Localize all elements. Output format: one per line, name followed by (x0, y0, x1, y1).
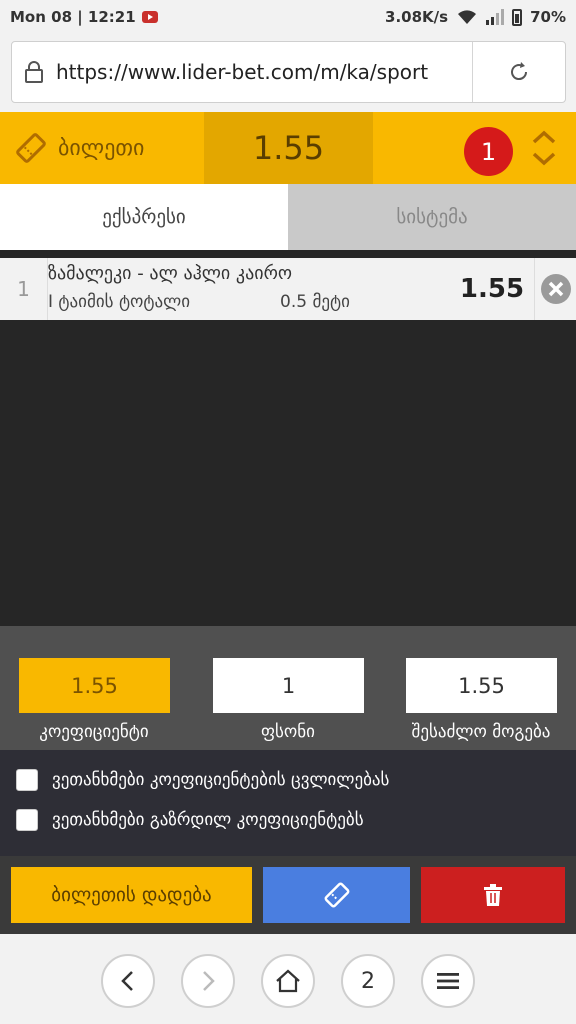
home-button[interactable] (261, 954, 315, 1008)
accept-changes-label: ვეთანხმები კოეფიციენტების ცვლილებას (52, 770, 390, 790)
status-time: Mon 08 | 12:21 (10, 8, 136, 26)
address-bar[interactable]: https://www.lider-bet.com/m/ka/sport (11, 41, 566, 103)
back-button[interactable] (101, 954, 155, 1008)
ticket-options-button[interactable] (263, 867, 410, 923)
ticket-count-badge: 1 (464, 127, 513, 176)
browser-nav-bar: 2 (0, 934, 576, 1024)
network-speed: 3.08K/s (385, 8, 449, 26)
possible-win-label: შესაძლო მოგება (411, 722, 551, 742)
odds-field: 1.55 (19, 658, 170, 713)
chevron-right-icon (203, 971, 215, 991)
battery-level: 70% (530, 8, 566, 26)
home-icon (276, 969, 300, 993)
forward-button[interactable] (181, 954, 235, 1008)
possible-win-field: 1.55 (406, 658, 557, 713)
place-bet-button[interactable]: ბილეთის დადება (11, 867, 252, 923)
chevron-left-icon (121, 971, 133, 991)
stake-panel: 1.55 1 1.55 კოეფიციენტი ფსონი შესაძლო მო… (0, 626, 576, 750)
tabs-button[interactable]: 2 (341, 954, 395, 1008)
accept-boosted-label: ვეთანხმები გაზრდილ კოეფიციენტებს (52, 810, 364, 830)
ticket-header[interactable]: ბილეთი 1.55 1 (0, 112, 576, 184)
stake-input[interactable]: 1 (213, 658, 364, 713)
stake-label: ფსონი (261, 722, 315, 742)
tab-express[interactable]: ექსპრესი (0, 184, 288, 250)
ticket-icon (16, 133, 46, 163)
ticket-title-label: ბილეთი (58, 135, 145, 161)
bet-item: 1 ზამალეკი - ალ აჰლი კაირო I ტაიმის ტოტა… (0, 258, 576, 320)
accept-changes-checkbox[interactable] (16, 769, 38, 791)
delete-ticket-button[interactable] (421, 867, 565, 923)
total-odds: 1.55 (204, 112, 373, 184)
bet-odds: 1.55 (459, 274, 525, 304)
bet-market: I ტაიმის ტოტალი (48, 292, 191, 312)
bet-number: 1 (0, 258, 48, 320)
remove-bet-button[interactable] (534, 258, 576, 320)
url-text[interactable]: https://www.lider-bet.com/m/ka/sport (56, 60, 472, 84)
menu-icon (437, 973, 459, 989)
menu-button[interactable] (421, 954, 475, 1008)
bet-type-tabs: ექსპრესი სისტემა (0, 184, 576, 250)
bet-info: ზამალეკი - ალ აჰლი კაირო I ტაიმის ტოტალი… (48, 258, 450, 320)
accept-changes-option[interactable]: ვეთანხმები კოეფიციენტების ცვლილებას (16, 767, 389, 793)
ticket-icon (324, 882, 349, 908)
lock-icon (12, 42, 56, 102)
signal-icon (486, 9, 505, 25)
ticket-title[interactable]: ბილეთი (14, 112, 144, 184)
bet-selection: 0.5 მეტი (280, 292, 350, 312)
empty-area (0, 320, 576, 626)
options-panel: ვეთანხმები კოეფიციენტების ცვლილებას ვეთა… (0, 750, 576, 856)
reload-icon[interactable] (473, 42, 565, 102)
chevron-up-down-icon[interactable] (530, 128, 558, 168)
bet-match-name: ზამალეკი - ალ აჰლი კაირო (48, 263, 293, 284)
action-panel: ბილეთის დადება (0, 856, 576, 934)
trash-icon (484, 884, 502, 906)
wifi-icon (458, 10, 477, 24)
youtube-notification-icon (141, 11, 158, 23)
tab-system[interactable]: სისტემა (288, 184, 576, 250)
close-circle-icon (540, 274, 571, 304)
accept-boosted-checkbox[interactable] (16, 809, 38, 831)
status-bar: Mon 08 | 12:21 3.08K/s 70% (0, 0, 576, 34)
odds-label: კოეფიციენტი (39, 722, 149, 742)
browser-toolbar: https://www.lider-bet.com/m/ka/sport (0, 34, 576, 112)
battery-icon (512, 8, 523, 26)
accept-boosted-option[interactable]: ვეთანხმები გაზრდილ კოეფიციენტებს (16, 807, 364, 833)
